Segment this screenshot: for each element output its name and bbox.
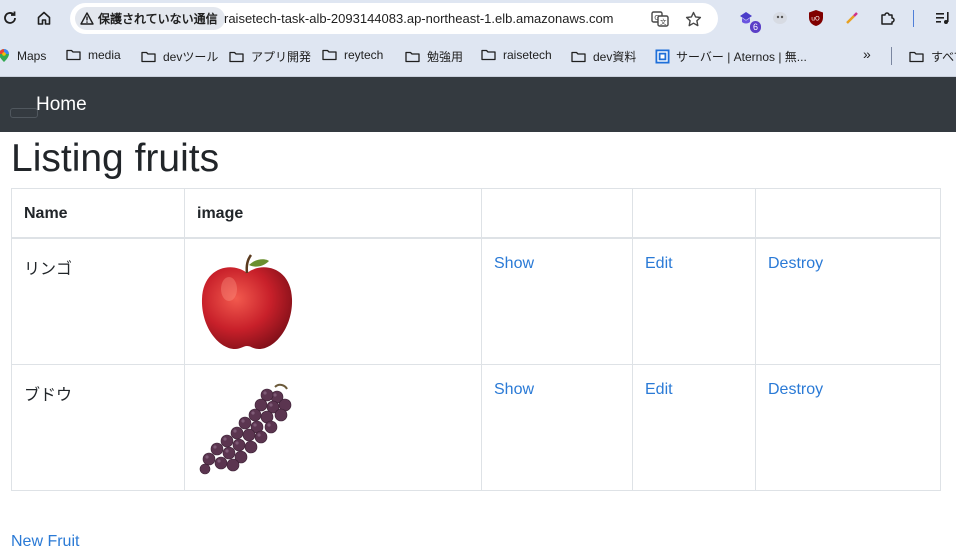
bookmark-aternos[interactable]: サーバー | Aternos | 無... <box>655 48 807 65</box>
media-queue-icon[interactable] <box>932 7 954 29</box>
bookmark-label: すべて <box>931 50 956 64</box>
show-link[interactable]: Show <box>494 255 534 272</box>
show-link[interactable]: Show <box>494 381 534 398</box>
bookmark-label: dev資料 <box>593 50 637 64</box>
bookmark-label: devツール <box>163 50 219 64</box>
toolbar-divider <box>913 10 914 27</box>
bookmark-label: reytech <box>344 48 384 62</box>
bookmark-label: raisetech <box>503 48 552 62</box>
folder-icon <box>141 51 156 62</box>
bookmark-raisetech[interactable]: raisetech <box>481 48 552 62</box>
bookmark-label: media <box>88 48 121 62</box>
bookmark-label: アプリ開発 <box>251 50 312 64</box>
bookmark-all[interactable]: すべて <box>909 48 956 65</box>
column-header-show <box>481 188 633 239</box>
bookmark-devtools[interactable]: devツール <box>141 48 218 65</box>
folder-icon <box>481 49 496 61</box>
table-row: ブドウ Show Edit Destroy <box>11 364 941 491</box>
fruit-name: リンゴ <box>11 237 185 365</box>
navbar-toggler-button[interactable] <box>10 108 38 118</box>
bookmark-dev-docs[interactable]: dev資料 <box>571 48 636 65</box>
color-picker-icon[interactable] <box>841 7 863 29</box>
bookmark-label: Maps <box>17 48 47 63</box>
destroy-cell: Destroy <box>755 237 941 365</box>
folder-icon <box>229 51 244 62</box>
folder-icon <box>909 51 924 62</box>
edit-link[interactable]: Edit <box>645 255 673 272</box>
fruit-name: ブドウ <box>11 364 185 491</box>
bookmark-study[interactable]: 勉強用 <box>405 48 463 65</box>
apple-image <box>201 254 293 349</box>
security-chip[interactable]: 保護されていない通信 <box>75 7 225 30</box>
bookmark-maps[interactable]: Maps <box>0 48 46 63</box>
destroy-link[interactable]: Destroy <box>768 381 823 398</box>
extension-count: 6 <box>749 21 761 33</box>
show-cell: Show <box>481 237 633 365</box>
column-header-image: image <box>184 188 482 239</box>
fruits-table: Name image リンゴ Show Edit Destroy ブドウ Sho… <box>11 188 941 491</box>
home-icon[interactable] <box>34 8 54 28</box>
bookmarks-bar: Maps media devツール アプリ開発 reytech 勉強用 rais… <box>0 37 956 77</box>
warning-icon <box>80 12 94 25</box>
edit-link[interactable]: Edit <box>645 381 673 398</box>
bookmark-app-dev[interactable]: アプリ開発 <box>229 48 311 65</box>
page-title: Listing fruits <box>11 137 220 180</box>
folder-icon <box>66 49 81 61</box>
destroy-link[interactable]: Destroy <box>768 255 823 272</box>
bookmarks-divider <box>891 47 892 65</box>
svg-text:文: 文 <box>660 17 667 26</box>
edit-cell: Edit <box>632 237 756 365</box>
column-header-destroy <box>755 188 941 239</box>
destroy-cell: Destroy <box>755 364 941 491</box>
translate-icon[interactable]: G文 <box>650 9 670 29</box>
bookmark-media[interactable]: media <box>66 48 121 62</box>
ghost-extension-icon[interactable] <box>769 7 791 29</box>
maps-pin-icon <box>0 49 9 62</box>
new-fruit-link[interactable]: New Fruit <box>11 533 79 551</box>
app-navbar: Home <box>0 77 956 132</box>
fruit-image-cell <box>184 364 482 491</box>
folder-icon <box>322 49 337 61</box>
extensions-puzzle-icon[interactable] <box>877 7 899 29</box>
column-header-name: Name <box>11 188 185 239</box>
edit-cell: Edit <box>632 364 756 491</box>
svg-text:uO: uO <box>811 16 820 23</box>
bookmark-label: サーバー | Aternos | 無... <box>676 50 807 64</box>
show-cell: Show <box>481 364 633 491</box>
reload-icon[interactable] <box>0 8 20 28</box>
bookmarks-overflow-button[interactable]: » <box>863 46 871 62</box>
folder-icon <box>405 51 420 62</box>
address-bar[interactable]: 保護されていない通信 raisetech-task-alb-2093144083… <box>70 3 718 34</box>
ublock-icon[interactable]: uO <box>805 7 827 29</box>
bookmark-reytech[interactable]: reytech <box>322 48 383 62</box>
column-header-edit <box>632 188 756 239</box>
extension-badge-icon[interactable]: 6 <box>735 7 761 33</box>
url-text[interactable]: raisetech-task-alb-2093144083.ap-northea… <box>224 11 614 26</box>
folder-icon <box>571 51 586 62</box>
fruit-image-cell <box>184 237 482 365</box>
navbar-home-link[interactable]: Home <box>36 94 87 116</box>
bookmark-star-icon[interactable] <box>683 9 703 29</box>
table-header-row: Name image <box>11 188 941 239</box>
grapes-image <box>199 383 292 475</box>
table-row: リンゴ Show Edit Destroy <box>11 237 941 365</box>
security-label: 保護されていない通信 <box>98 12 218 26</box>
bookmark-label: 勉強用 <box>427 50 464 64</box>
aternos-icon <box>655 49 670 64</box>
browser-toolbar: 保護されていない通信 raisetech-task-alb-2093144083… <box>0 0 956 37</box>
